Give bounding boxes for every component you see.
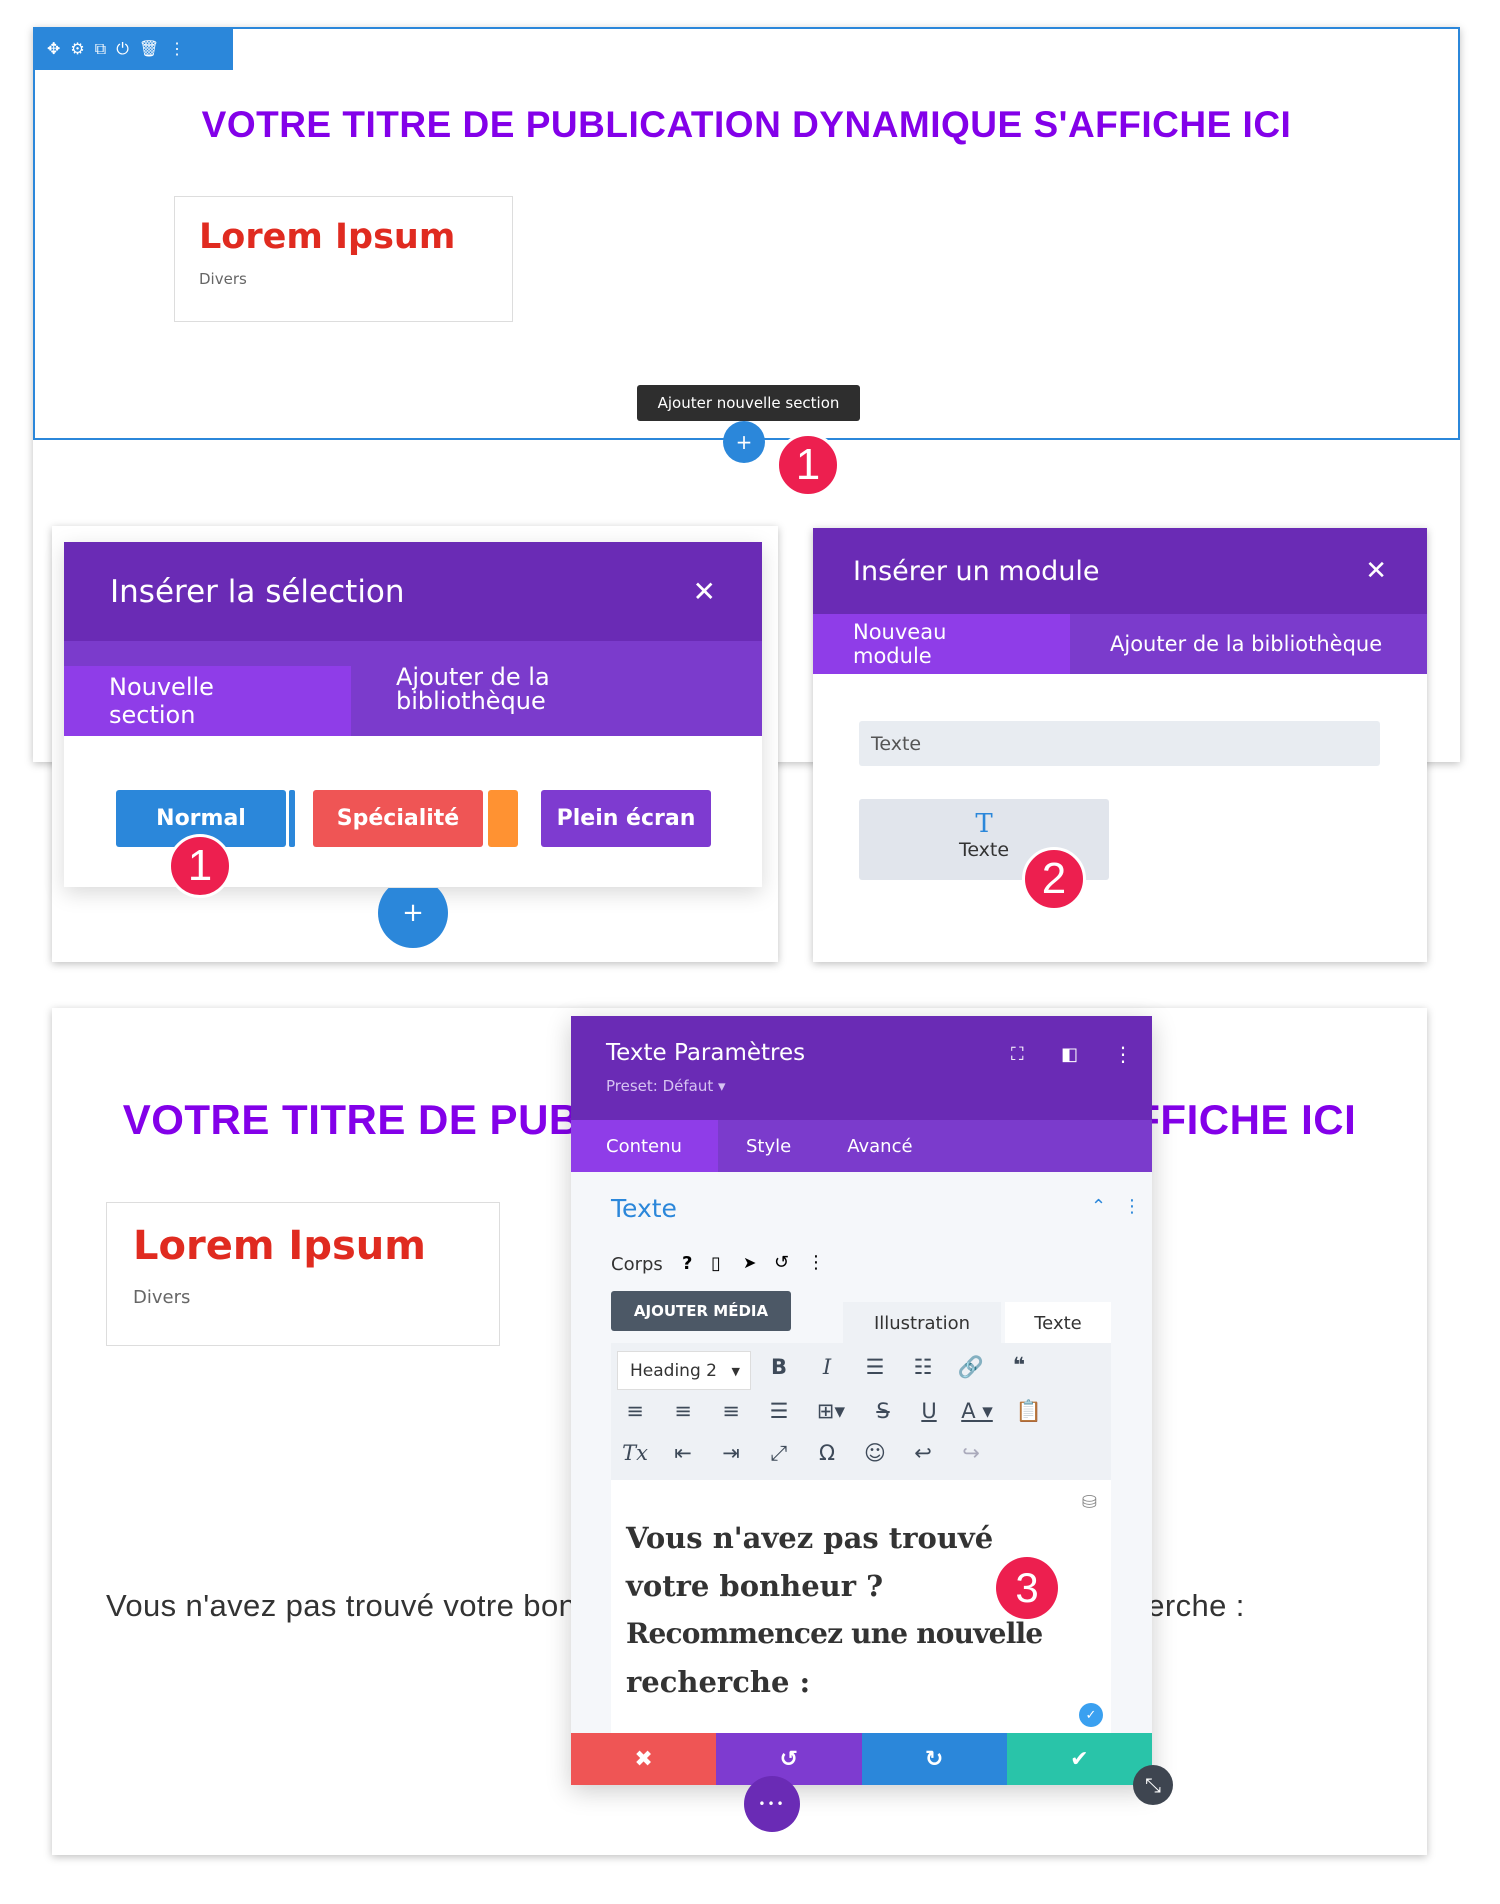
modal-title: Insérer un module xyxy=(853,555,1100,587)
help-icon[interactable]: ? xyxy=(682,1253,692,1274)
bold-icon[interactable]: B xyxy=(761,1355,797,1379)
tab-style[interactable]: Style xyxy=(718,1120,819,1172)
undo-button[interactable]: ↺ xyxy=(716,1733,862,1785)
align-center-icon[interactable]: ≡ xyxy=(665,1399,701,1423)
table-icon[interactable]: ⊞▾ xyxy=(813,1399,849,1423)
tab-avance[interactable]: Avancé xyxy=(819,1120,940,1172)
tab-contenu[interactable]: Contenu xyxy=(571,1120,718,1172)
redo-button[interactable]: ↻ xyxy=(861,1733,1007,1785)
content-line: recherche : xyxy=(626,1665,811,1699)
numbered-list-icon[interactable]: ☷ xyxy=(905,1355,941,1379)
power-icon[interactable]: ⏻ xyxy=(116,39,129,59)
fullscreen-editor-icon[interactable]: ⤢ xyxy=(761,1441,797,1466)
module-search-input[interactable]: Texte xyxy=(859,721,1380,766)
step-badge: 1 xyxy=(168,834,232,898)
undo-icon: ↺ xyxy=(779,1746,799,1772)
more-options-button[interactable]: ••• xyxy=(744,1776,800,1832)
close-icon[interactable]: ✕ xyxy=(693,575,716,608)
field-label: Corps xyxy=(611,1254,663,1275)
settings-title: Texte Paramètres xyxy=(606,1040,806,1066)
clear-format-icon[interactable]: Tx xyxy=(617,1441,653,1465)
format-select[interactable]: Heading 2 ▼ xyxy=(617,1351,751,1390)
group-title[interactable]: Texte xyxy=(611,1194,677,1223)
section-toolbar: ✥ ⚙ ⧉ ⏻ 🗑 ⋮ xyxy=(33,27,233,70)
underline-icon[interactable]: U xyxy=(911,1399,947,1423)
check-icon: ✔ xyxy=(1070,1746,1089,1772)
move-icon[interactable]: ✥ xyxy=(47,39,60,58)
content-line: Vous n'avez pas trouvé xyxy=(626,1521,994,1555)
strikethrough-icon[interactable]: S xyxy=(865,1399,901,1423)
italic-icon[interactable]: I xyxy=(809,1355,845,1379)
quote-icon[interactable]: ❝ xyxy=(1001,1353,1037,1377)
add-section-button[interactable]: + xyxy=(723,421,765,463)
check-circle-icon: ✓ xyxy=(1079,1703,1103,1727)
normal-accent xyxy=(289,790,295,847)
tab-nouveau-module[interactable]: Nouveau module xyxy=(813,614,1070,674)
insert-section-modal: Insérer la sélection ✕ Nouvelle section … xyxy=(64,542,762,887)
tab-illustration[interactable]: Illustration xyxy=(843,1302,1001,1344)
emoji-icon[interactable]: ☺ xyxy=(857,1441,893,1465)
redo-icon: ↻ xyxy=(924,1746,944,1772)
outdent-icon[interactable]: ⇤ xyxy=(665,1441,701,1465)
align-left-icon[interactable]: ≡ xyxy=(617,1399,653,1423)
responsive-icon[interactable]: ▯ xyxy=(711,1253,721,1274)
resize-handle-icon[interactable]: ⤡ xyxy=(1133,1765,1173,1805)
step-badge: 3 xyxy=(996,1557,1058,1619)
duplicate-icon[interactable]: ⧉ xyxy=(95,39,106,59)
text-settings-modal: Texte Paramètres Preset: Défaut ▾ ⛶ ◧ ⋮ … xyxy=(571,1016,1152,1785)
close-icon[interactable]: ✕ xyxy=(1365,556,1387,586)
more-vertical-icon[interactable]: ⋮ xyxy=(169,39,185,58)
align-right-icon[interactable]: ≡ xyxy=(713,1399,749,1423)
step-badge: 2 xyxy=(1022,847,1086,911)
step-badge: 1 xyxy=(776,433,840,497)
redo-icon[interactable]: ↪ xyxy=(953,1441,989,1465)
specialite-button[interactable]: Spécialité xyxy=(313,790,483,847)
link-icon[interactable]: 🔗 xyxy=(953,1355,989,1380)
card-category: Divers xyxy=(133,1287,191,1308)
fullscreen-icon[interactable]: ⛶ xyxy=(1011,1044,1024,1065)
modal-title: Insérer la sélection xyxy=(110,573,405,610)
card-title: Lorem Ipsum xyxy=(133,1223,426,1269)
editor-toolbar: Heading 2 ▼ B I ☰ ☷ 🔗 ❝ ≡ ≡ ≡ ☰ ⊞▾ S U A … xyxy=(611,1343,1111,1480)
omega-icon[interactable]: Ω xyxy=(809,1441,845,1465)
cancel-button[interactable]: ✖ xyxy=(571,1733,717,1785)
add-row-button[interactable]: + xyxy=(378,888,448,948)
tab-bibliotheque[interactable]: Ajouter de la bibliothèque xyxy=(1070,614,1422,674)
undo-icon[interactable]: ↩ xyxy=(905,1441,941,1465)
card-category: Divers xyxy=(199,270,247,288)
text-module-icon: T xyxy=(975,809,993,839)
more-vertical-icon[interactable]: ⋮ xyxy=(1113,1042,1133,1066)
close-icon: ✖ xyxy=(634,1746,653,1772)
insert-module-modal: Insérer un module ✕ Nouveau module Ajout… xyxy=(813,528,1427,962)
preset-dropdown[interactable]: Preset: Défaut ▾ xyxy=(606,1077,726,1095)
hover-cursor-icon[interactable]: ➤ xyxy=(743,1253,756,1272)
card-title: Lorem Ipsum xyxy=(199,217,456,257)
trash-icon[interactable]: 🗑 xyxy=(139,39,159,58)
modal-footer: ✖ ↺ ↻ ✔ xyxy=(571,1733,1152,1785)
save-button[interactable]: ✔ xyxy=(1006,1733,1152,1785)
gear-icon[interactable]: ⚙ xyxy=(70,39,84,58)
post-title: VOTRE TITRE DE PUBLICATION DYNAMIQUE S'A… xyxy=(201,104,1292,145)
tooltip: Ajouter nouvelle section xyxy=(637,385,860,421)
text-color-icon[interactable]: A ▾ xyxy=(959,1399,995,1423)
more-vertical-icon[interactable]: ⋮ xyxy=(1123,1196,1141,1217)
tab-texte[interactable]: Texte xyxy=(1005,1302,1111,1344)
caret-down-icon: ▼ xyxy=(731,1365,740,1378)
more-vertical-icon[interactable]: ⋮ xyxy=(807,1252,825,1273)
specialite-accent xyxy=(488,790,518,847)
post-card: Lorem Ipsum Divers xyxy=(106,1202,500,1346)
paste-text-icon[interactable]: 📋 xyxy=(1011,1399,1047,1424)
plein-ecran-button[interactable]: Plein écran xyxy=(541,790,711,847)
dynamic-content-icon[interactable]: ⛁ xyxy=(1082,1492,1097,1513)
justify-icon[interactable]: ☰ xyxy=(761,1399,797,1423)
add-media-button[interactable]: AJOUTER MÉDIA xyxy=(611,1291,791,1331)
reset-icon[interactable]: ↺ xyxy=(774,1252,789,1273)
post-card: Lorem Ipsum Divers xyxy=(174,196,513,322)
tab-nouvelle-section[interactable]: Nouvelle section xyxy=(64,666,351,736)
bullet-list-icon[interactable]: ☰ xyxy=(857,1355,893,1379)
indent-icon[interactable]: ⇥ xyxy=(713,1441,749,1465)
chevron-up-icon[interactable]: ⌃ xyxy=(1091,1196,1106,1217)
split-view-icon[interactable]: ◧ xyxy=(1061,1044,1078,1065)
tab-bibliotheque[interactable]: Ajouter de la bibliothèque xyxy=(351,641,611,736)
